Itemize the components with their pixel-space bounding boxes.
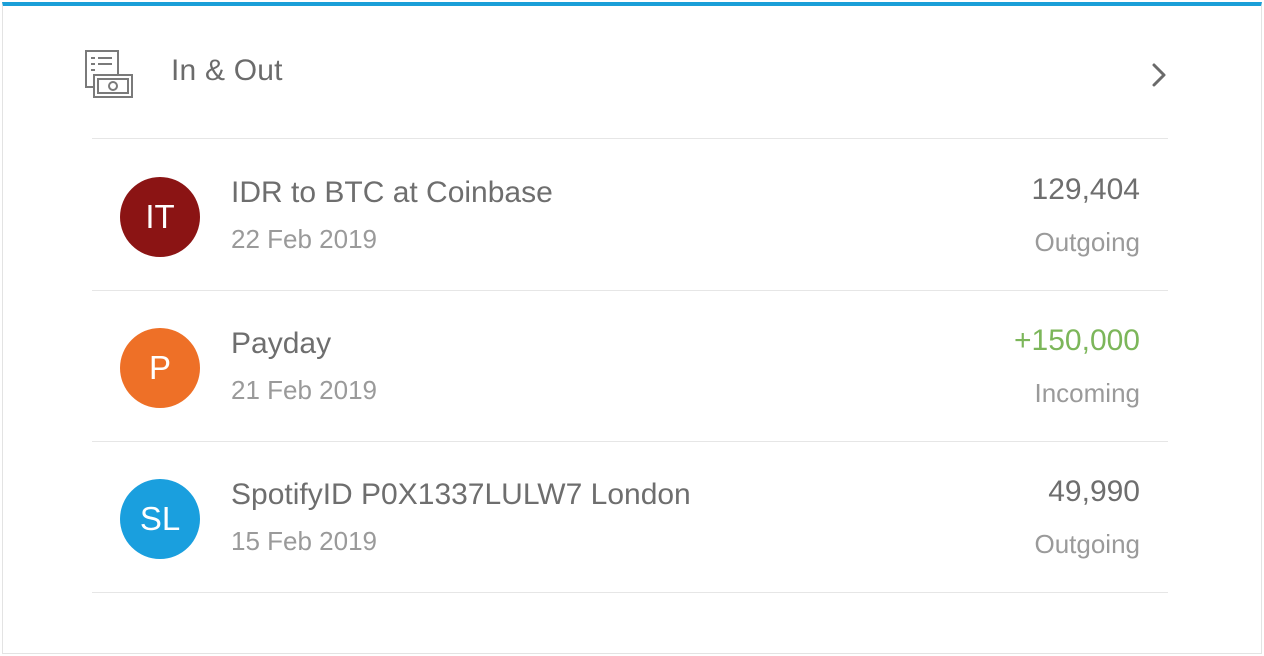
transaction-amount: 49,990 xyxy=(1048,475,1140,508)
avatar: P xyxy=(120,328,200,408)
transaction-date: 21 Feb 2019 xyxy=(231,375,378,405)
divider xyxy=(92,592,1168,593)
transaction-row[interactable]: IT IDR to BTC at Coinbase 22 Feb 2019 12… xyxy=(92,140,1168,290)
transaction-row[interactable]: P Payday 21 Feb 2019 +150,000 Incoming xyxy=(92,291,1168,441)
card-header[interactable]: In & Out xyxy=(3,6,1261,138)
bills-money-icon xyxy=(83,48,135,100)
avatar-initials: SL xyxy=(139,500,181,537)
transaction-date: 15 Feb 2019 xyxy=(231,526,378,556)
transaction-title: Payday xyxy=(231,327,332,360)
divider xyxy=(92,138,1168,139)
card-title: In & Out xyxy=(171,54,283,87)
transaction-type: Incoming xyxy=(1034,378,1141,408)
transaction-amount: +150,000 xyxy=(1014,324,1140,357)
avatar: SL xyxy=(120,479,200,559)
avatar: IT xyxy=(120,177,200,257)
avatar-initials: P xyxy=(148,349,171,386)
transaction-type: Outgoing xyxy=(1034,529,1140,559)
chevron-right-icon[interactable] xyxy=(1147,60,1171,90)
transaction-title: IDR to BTC at Coinbase xyxy=(231,176,553,209)
transaction-date: 22 Feb 2019 xyxy=(231,224,378,254)
transaction-row[interactable]: SL SpotifyID P0X1337LULW7 London 15 Feb … xyxy=(92,442,1168,592)
avatar-initials: IT xyxy=(145,198,175,235)
transaction-title: SpotifyID P0X1337LULW7 London xyxy=(231,478,691,511)
transaction-amount: 129,404 xyxy=(1031,173,1140,206)
in-out-card: In & Out IT IDR to BTC at Coinbase 22 Fe… xyxy=(2,2,1262,654)
transaction-type: Outgoing xyxy=(1034,227,1140,257)
